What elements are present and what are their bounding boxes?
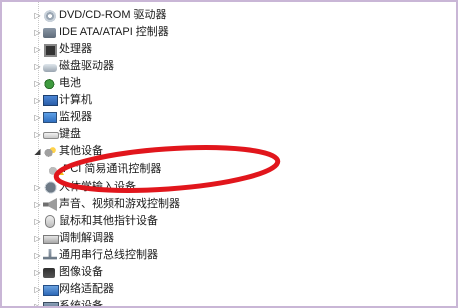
expand-arrow-icon[interactable]: ▷	[33, 264, 42, 281]
tree-item-label: DVD/CD-ROM 驱动器	[59, 9, 167, 21]
tree-item-label: 声音、视频和游戏控制器	[59, 198, 180, 210]
device-manager-tree-panel: ▷ DVD/CD-ROM 驱动器 ▷ IDE ATA/ATAPI 控制器 ▷ 处…	[0, 0, 458, 308]
tree-item-label: 计算机	[59, 94, 92, 106]
tree-item-label: 鼠标和其他指针设备	[59, 215, 158, 227]
tree-item-pci-simple-communications-controller[interactable]: PCI 简易通讯控制器	[2, 161, 456, 178]
mouse-icon	[45, 215, 55, 228]
tree-item-label: 处理器	[59, 43, 92, 55]
tree-item-label: 监视器	[59, 111, 92, 123]
tree-item-label: 网络适配器	[59, 283, 114, 295]
system-device-icon	[43, 302, 59, 306]
battery-icon	[43, 77, 57, 90]
tree-item-label: 通用串行总线控制器	[59, 249, 158, 261]
tree-item-hid[interactable]: ▷ 人体学输入设备	[2, 179, 456, 196]
expand-arrow-icon[interactable]: ▷	[33, 24, 42, 41]
tree-item-monitor[interactable]: ▷ 监视器	[2, 109, 456, 126]
expand-arrow-icon[interactable]: ▷	[33, 247, 42, 264]
disk-drive-icon	[43, 64, 57, 72]
warning-device-icon	[48, 163, 64, 176]
tree-item-battery[interactable]: ▷ 电池	[2, 75, 456, 92]
tree-item-label: 图像设备	[59, 266, 103, 278]
expand-arrow-icon[interactable]: ▷	[33, 230, 42, 247]
expand-arrow-icon[interactable]: ▷	[33, 109, 42, 126]
expand-arrow-icon[interactable]: ▷	[33, 75, 42, 92]
network-adapter-icon	[43, 285, 59, 296]
tree-item-disk-drive[interactable]: ▷ 磁盘驱动器	[2, 58, 456, 75]
tree-item-label: 键盘	[59, 128, 81, 140]
modem-icon	[43, 235, 59, 244]
computer-icon	[43, 95, 58, 106]
tree-item-system-devices[interactable]: ▷ 系统设备	[2, 298, 456, 308]
tree-item-label: 系统设备	[59, 300, 103, 308]
keyboard-icon	[43, 132, 59, 139]
expand-arrow-icon[interactable]: ▷	[33, 58, 42, 75]
tree-item-modem[interactable]: ▷ 调制解调器	[2, 230, 456, 247]
expand-arrow-icon[interactable]: ▷	[33, 7, 42, 24]
tree-item-processor[interactable]: ▷ 处理器	[2, 41, 456, 58]
tree-item-dvd-cdrom[interactable]: ▷ DVD/CD-ROM 驱动器	[2, 7, 456, 24]
collapse-arrow-icon[interactable]: ◢	[33, 143, 42, 160]
tree-item-label: 电池	[59, 77, 81, 89]
ide-controller-icon	[43, 28, 56, 38]
tree-item-label: 调制解调器	[59, 232, 114, 244]
processor-icon	[44, 44, 57, 57]
expand-arrow-icon[interactable]: ▷	[33, 298, 42, 306]
tree-item-audio[interactable]: ▷ 声音、视频和游戏控制器	[2, 196, 456, 213]
imaging-device-icon	[43, 268, 55, 278]
audio-icon	[43, 198, 57, 211]
expand-arrow-icon[interactable]: ▷	[33, 281, 42, 298]
tree-item-keyboard[interactable]: ▷ 键盘	[2, 126, 456, 143]
tree-item-ide-controller[interactable]: ▷ IDE ATA/ATAPI 控制器	[2, 24, 456, 41]
tree-item-label: 其他设备	[59, 145, 103, 157]
tree-item-label: 磁盘驱动器	[59, 60, 114, 72]
expand-arrow-icon[interactable]: ▷	[33, 92, 42, 109]
monitor-icon	[43, 112, 57, 123]
tree-item-other-devices[interactable]: ◢ 其他设备	[2, 143, 456, 160]
tree-item-mouse[interactable]: ▷ 鼠标和其他指针设备	[2, 213, 456, 230]
tree-item-label: PCI 简易通讯控制器	[63, 163, 162, 175]
hid-icon	[43, 181, 57, 194]
usb-icon	[43, 249, 57, 260]
expand-arrow-icon[interactable]: ▷	[33, 196, 42, 213]
expand-arrow-icon[interactable]: ▷	[33, 179, 42, 196]
device-tree: ▷ DVD/CD-ROM 驱动器 ▷ IDE ATA/ATAPI 控制器 ▷ 处…	[2, 2, 456, 306]
tree-item-usb[interactable]: ▷ 通用串行总线控制器	[2, 247, 456, 264]
tree-item-computer[interactable]: ▷ 计算机	[2, 92, 456, 109]
expand-arrow-icon[interactable]: ▷	[33, 126, 42, 143]
dvd-drive-icon	[43, 9, 57, 22]
tree-item-label: 人体学输入设备	[59, 181, 136, 193]
tree-item-label: IDE ATA/ATAPI 控制器	[59, 26, 169, 38]
expand-arrow-icon[interactable]: ▷	[33, 41, 42, 58]
tree-item-imaging[interactable]: ▷ 图像设备	[2, 264, 456, 281]
tree-item-network-adapter[interactable]: ▷ 网络适配器	[2, 281, 456, 298]
expand-arrow-icon[interactable]: ▷	[33, 213, 42, 230]
other-devices-icon	[43, 145, 57, 158]
